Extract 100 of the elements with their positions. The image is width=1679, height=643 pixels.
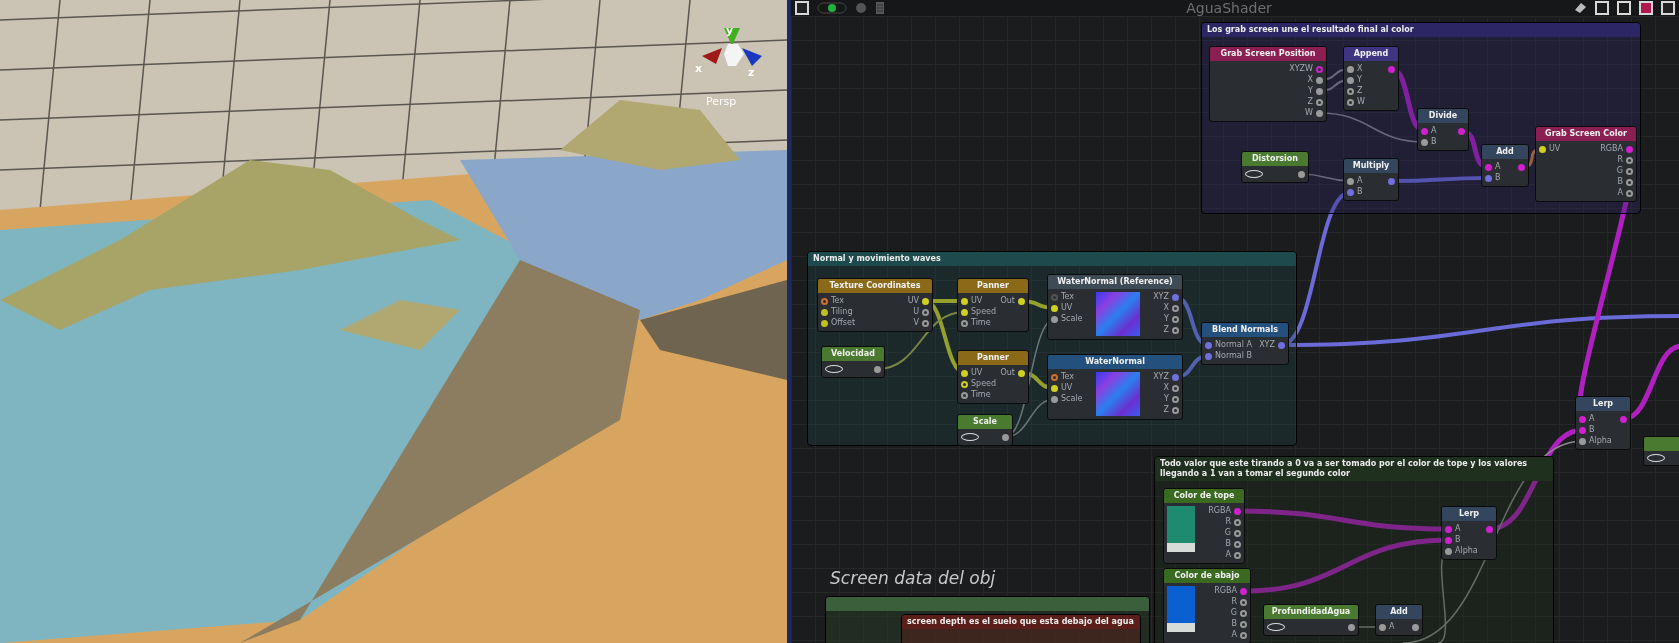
port-handle[interactable] xyxy=(1485,163,1492,171)
toggle-button[interactable] xyxy=(795,1,809,15)
shader-node[interactable] xyxy=(1643,436,1679,466)
port-handle[interactable] xyxy=(961,319,968,327)
shader-node[interactable]: Lerp A B Alpha xyxy=(1441,506,1497,560)
port-handle[interactable] xyxy=(1172,304,1179,312)
port-handle[interactable] xyxy=(1205,341,1212,349)
port-handle[interactable] xyxy=(1347,87,1354,95)
port-handle[interactable] xyxy=(1445,525,1452,533)
shader-node[interactable]: Multiply A B xyxy=(1343,158,1399,201)
add-button[interactable] xyxy=(1617,1,1631,15)
port-handle[interactable] xyxy=(1518,163,1525,171)
document-icon[interactable] xyxy=(875,2,885,14)
port-handle[interactable] xyxy=(1051,293,1058,301)
port-handle[interactable] xyxy=(1421,127,1428,135)
toggle-button[interactable] xyxy=(1661,1,1675,15)
port-handle[interactable] xyxy=(922,308,929,316)
port-handle[interactable] xyxy=(1316,109,1323,117)
port-handle[interactable] xyxy=(821,308,828,316)
port-handle[interactable] xyxy=(1172,406,1179,414)
port-handle[interactable] xyxy=(1347,98,1354,106)
shader-node[interactable]: Color de tope RGBA R G B A xyxy=(1163,488,1245,564)
shader-node[interactable]: WaterNormal (Reference) Tex UV Scale XYZ X Y Z xyxy=(1047,274,1183,340)
port-handle[interactable] xyxy=(1316,87,1323,95)
port-handle[interactable] xyxy=(1347,177,1354,185)
port-handle[interactable] xyxy=(1626,156,1633,164)
port-handle[interactable] xyxy=(1316,76,1323,84)
port-handle[interactable] xyxy=(1388,177,1395,185)
shader-node[interactable]: Blend Normals Normal A Normal B XYZ xyxy=(1201,322,1289,365)
port-handle[interactable] xyxy=(1458,127,1465,135)
shader-node[interactable]: Color de abajo RGBA R G B A xyxy=(1163,568,1251,643)
port-handle[interactable] xyxy=(1234,551,1241,559)
port-handle[interactable] xyxy=(874,365,881,373)
port-handle[interactable] xyxy=(922,319,929,327)
port-handle[interactable] xyxy=(1347,188,1354,196)
shader-node[interactable]: Grab Screen Position XYZW X Y Z W xyxy=(1209,46,1327,122)
port-handle[interactable] xyxy=(1347,65,1354,73)
port-handle[interactable] xyxy=(1240,587,1247,595)
port-handle[interactable] xyxy=(1240,598,1247,606)
port-handle[interactable] xyxy=(1486,525,1493,533)
port-handle[interactable] xyxy=(1051,395,1058,403)
port-handle[interactable] xyxy=(1379,623,1386,631)
port-handle[interactable] xyxy=(1620,415,1627,423)
port-handle[interactable] xyxy=(1051,373,1058,381)
shader-node[interactable]: Texture Coordinates Tex Tiling Offset UV U V xyxy=(817,278,933,332)
port-handle[interactable] xyxy=(1234,529,1241,537)
port-handle[interactable] xyxy=(1412,623,1419,631)
port-handle[interactable] xyxy=(1234,507,1241,515)
shader-node[interactable]: ProfundidadAgua xyxy=(1263,604,1359,636)
port-handle[interactable] xyxy=(1234,540,1241,548)
port-handle[interactable] xyxy=(1172,373,1179,381)
shader-node[interactable]: WaterNormal Tex UV Scale XYZ X Y Z xyxy=(1047,354,1183,420)
port-handle[interactable] xyxy=(1579,426,1586,434)
live-mode-icon[interactable] xyxy=(817,2,847,14)
port-handle[interactable] xyxy=(1172,315,1179,323)
grid-button[interactable] xyxy=(1639,1,1653,15)
port-handle[interactable] xyxy=(1316,98,1323,106)
color-swatch[interactable] xyxy=(1167,506,1195,552)
port-handle[interactable] xyxy=(1002,433,1009,441)
port-handle[interactable] xyxy=(1626,167,1633,175)
port-handle[interactable] xyxy=(1421,138,1428,146)
port-handle[interactable] xyxy=(821,319,828,327)
shader-node[interactable]: Add A B xyxy=(1481,144,1529,187)
port-handle[interactable] xyxy=(1316,65,1323,73)
shader-node[interactable]: Panner UV Speed Time Out xyxy=(957,350,1029,404)
port-handle[interactable] xyxy=(1240,620,1247,628)
port-handle[interactable] xyxy=(1626,178,1633,186)
shader-node[interactable]: Add A xyxy=(1375,604,1423,636)
port-handle[interactable] xyxy=(1347,76,1354,84)
port-handle[interactable] xyxy=(1579,415,1586,423)
shader-node[interactable]: Divide A B xyxy=(1417,108,1469,151)
color-swatch[interactable] xyxy=(1167,586,1195,632)
port-handle[interactable] xyxy=(1172,326,1179,334)
shader-node[interactable]: Panner UV Speed Time Out xyxy=(957,278,1029,332)
port-handle[interactable] xyxy=(1172,293,1179,301)
port-handle[interactable] xyxy=(1298,170,1305,178)
port-handle[interactable] xyxy=(1234,518,1241,526)
eraser-icon[interactable] xyxy=(1573,2,1587,14)
shader-node[interactable]: Lerp A B Alpha xyxy=(1575,396,1631,450)
port-handle[interactable] xyxy=(1626,189,1633,197)
shader-node[interactable]: Grab Screen Color UV RGBA R G B A xyxy=(1535,126,1637,202)
port-handle[interactable] xyxy=(1485,174,1492,182)
shader-node[interactable]: Append X Y Z W xyxy=(1343,46,1399,111)
port-handle[interactable] xyxy=(1626,145,1633,153)
port-handle[interactable] xyxy=(1388,65,1395,73)
port-handle[interactable] xyxy=(1172,395,1179,403)
port-handle[interactable] xyxy=(1205,352,1212,360)
port-handle[interactable] xyxy=(1579,437,1586,445)
port-handle[interactable] xyxy=(1240,609,1247,617)
port-handle[interactable] xyxy=(1445,536,1452,544)
port-handle[interactable] xyxy=(821,297,828,305)
port-handle[interactable] xyxy=(1348,623,1355,631)
shader-node[interactable]: Distorsion xyxy=(1241,151,1309,183)
port-handle[interactable] xyxy=(961,391,968,399)
port-handle[interactable] xyxy=(1445,547,1452,555)
shader-node[interactable]: Velocidad xyxy=(821,346,885,378)
shader-node[interactable]: Scale xyxy=(957,414,1013,446)
circle-icon[interactable] xyxy=(855,2,867,14)
port-handle[interactable] xyxy=(1240,631,1247,639)
port-handle[interactable] xyxy=(1051,315,1058,323)
